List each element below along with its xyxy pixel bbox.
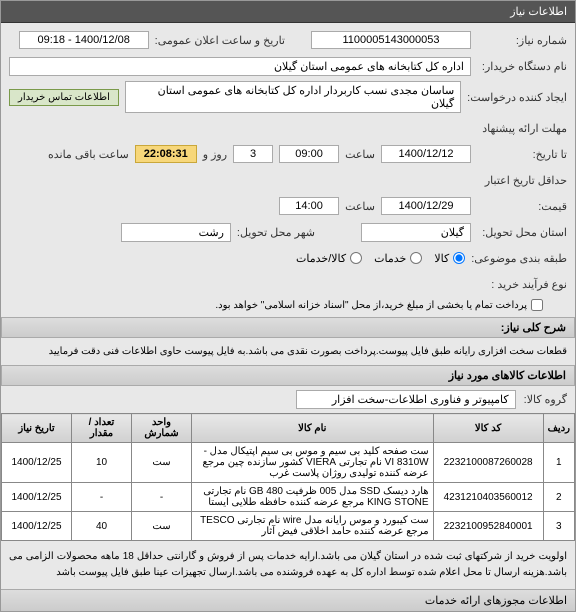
row-requester: ایجاد کننده درخواست: ساسان مجدی نسب کارب…: [9, 81, 567, 113]
table-header-row: ردیف کد کالا نام کالا واحد شمارش تعداد /…: [2, 414, 575, 443]
announce-value: 1400/12/08 - 09:18: [19, 31, 149, 49]
goods-section-title: اطلاعات کالاهای مورد نیاز: [1, 365, 575, 386]
requester-value: ساسان مجدی نسب کاربردار اداره کل کتابخان…: [125, 81, 461, 113]
th-name: نام کالا: [192, 414, 434, 443]
cell-unit: ست: [132, 443, 192, 483]
panel-title: اطلاعات نیاز: [1, 1, 575, 23]
row-credit-values: قیمت: 1400/12/29 ساعت 14:00: [9, 195, 567, 217]
row-category: طبقه بندی موضوعی: کالا خدمات کالا/خدمات: [9, 247, 567, 269]
radio-both[interactable]: کالا/خدمات: [296, 252, 362, 265]
buyer-value: اداره کل کتابخانه های عمومی استان گیلان: [9, 57, 471, 76]
treasury-checkbox[interactable]: [531, 299, 543, 311]
radio-both-label: کالا/خدمات: [296, 252, 346, 265]
cell-qty: 10: [72, 443, 132, 483]
goods-table: ردیف کد کالا نام کالا واحد شمارش تعداد /…: [1, 413, 575, 541]
cell-name: ست کیبورد و موس رایانه مدل wire نام تجار…: [192, 512, 434, 541]
row-buyer: نام دستگاه خریدار: اداره کل کتابخانه های…: [9, 55, 567, 77]
buyer-label: نام دستگاه خریدار:: [477, 60, 567, 73]
need-no-value: 1100005143000053: [311, 31, 471, 49]
desc-text: قطعات سخت افزاری رایانه طبق فایل پیوست.پ…: [1, 338, 575, 365]
th-date: تاریخ نیاز: [2, 414, 72, 443]
group-row: گروه کالا: کامپیوتر و فناوری اطلاعات-سخت…: [1, 386, 575, 413]
radio-service[interactable]: خدمات: [374, 252, 422, 265]
cell-code: 2232100952840001: [433, 512, 543, 541]
cell-qty: -: [72, 483, 132, 512]
process-label: نوع فرآیند خرید :: [477, 278, 567, 291]
deadline-date-value: 1400/12/12: [381, 145, 471, 163]
requester-label: ایجاد کننده درخواست:: [467, 91, 567, 104]
time-label-1: ساعت: [345, 148, 375, 161]
cell-index: 1: [543, 443, 574, 483]
cell-code: 4231210403560012: [433, 483, 543, 512]
cell-unit: -: [132, 483, 192, 512]
days-value: 3: [233, 145, 273, 163]
cell-name: ست صفحه کلید بی سیم و موس بی سیم اپتیکال…: [192, 443, 434, 483]
footer-note: اولویت خرید از شرکتهای ثبت شده در استان …: [1, 541, 575, 589]
cell-qty: 40: [72, 512, 132, 541]
radio-goods[interactable]: کالا: [434, 252, 465, 265]
category-label: طبقه بندی موضوعی:: [471, 252, 567, 265]
table-row[interactable]: 12232100087260028ست صفحه کلید بی سیم و م…: [2, 443, 575, 483]
deadline-time-value: 09:00: [279, 145, 339, 163]
row-credit: حداقل تاریخ اعتبار: [9, 169, 567, 191]
th-index: ردیف: [543, 414, 574, 443]
cell-unit: ست: [132, 512, 192, 541]
city-label: شهر محل تحویل:: [237, 226, 315, 239]
table-row[interactable]: 24231210403560012هارد دیسک SSD مدل 005 ظ…: [2, 483, 575, 512]
radio-service-input[interactable]: [410, 252, 422, 264]
bottom-section-title: اطلاعات مجوزهای ارائه خدمات: [1, 589, 575, 611]
need-no-label: شماره نیاز:: [477, 34, 567, 47]
deadline-label: مهلت ارائه پیشنهاد: [477, 122, 567, 135]
cell-date: 1400/12/25: [2, 443, 72, 483]
th-qty: تعداد / مقدار: [72, 414, 132, 443]
cell-code: 2232100087260028: [433, 443, 543, 483]
announce-label: تاریخ و ساعت اعلان عمومی:: [155, 34, 285, 47]
main-panel: اطلاعات نیاز شماره نیاز: 110000514300005…: [0, 0, 576, 612]
radio-goods-input[interactable]: [453, 252, 465, 264]
cell-index: 2: [543, 483, 574, 512]
cell-name: هارد دیسک SSD مدل 005 ظرفیت GB 480 نام ت…: [192, 483, 434, 512]
deadline-until-label: تا تاریخ:: [477, 148, 567, 161]
panel-body: شماره نیاز: 1100005143000053 تاریخ و ساع…: [1, 23, 575, 317]
category-radio-group: کالا خدمات کالا/خدمات: [296, 252, 465, 265]
treasury-checkbox-row: پرداخت تمام یا بخشی از مبلغ خرید،از محل …: [9, 299, 543, 311]
group-value: کامپیوتر و فناوری اطلاعات-سخت افزار: [296, 390, 516, 409]
row-location: استان محل تحویل: گیلان شهر محل تحویل: رش…: [9, 221, 567, 243]
days-label: روز و: [203, 148, 227, 161]
row-process: نوع فرآیند خرید :: [9, 273, 567, 295]
credit-label: حداقل تاریخ اعتبار: [477, 174, 567, 187]
desc-section-title: شرح کلی نیاز:: [1, 317, 575, 338]
cell-index: 3: [543, 512, 574, 541]
cell-date: 1400/12/25: [2, 483, 72, 512]
radio-service-label: خدمات: [374, 252, 406, 265]
cell-date: 1400/12/25: [2, 512, 72, 541]
th-unit: واحد شمارش: [132, 414, 192, 443]
province-label: استان محل تحویل:: [477, 226, 567, 239]
province-value: گیلان: [361, 223, 471, 242]
row-deadline: مهلت ارائه پیشنهاد: [9, 117, 567, 139]
row-need-no: شماره نیاز: 1100005143000053 تاریخ و ساع…: [9, 29, 567, 51]
radio-both-input[interactable]: [350, 252, 362, 264]
treasury-note: پرداخت تمام یا بخشی از مبلغ خرید،از محل …: [215, 300, 527, 311]
radio-goods-label: کالا: [434, 252, 449, 265]
contact-button[interactable]: اطلاعات تماس خریدار: [9, 89, 119, 106]
countdown-timer: 22:08:31: [135, 145, 197, 163]
row-deadline-values: تا تاریخ: 1400/12/12 ساعت 09:00 3 روز و …: [9, 143, 567, 165]
table-row[interactable]: 32232100952840001ست کیبورد و موس رایانه …: [2, 512, 575, 541]
credit-date-value: 1400/12/29: [381, 197, 471, 215]
credit-time-value: 14:00: [279, 197, 339, 215]
remain-label: ساعت باقی مانده: [48, 148, 129, 161]
th-code: کد کالا: [433, 414, 543, 443]
city-value: رشت: [121, 223, 231, 242]
group-label: گروه کالا:: [524, 393, 567, 406]
time-label-2: ساعت: [345, 200, 375, 213]
credit-sub-label: قیمت:: [477, 200, 567, 213]
